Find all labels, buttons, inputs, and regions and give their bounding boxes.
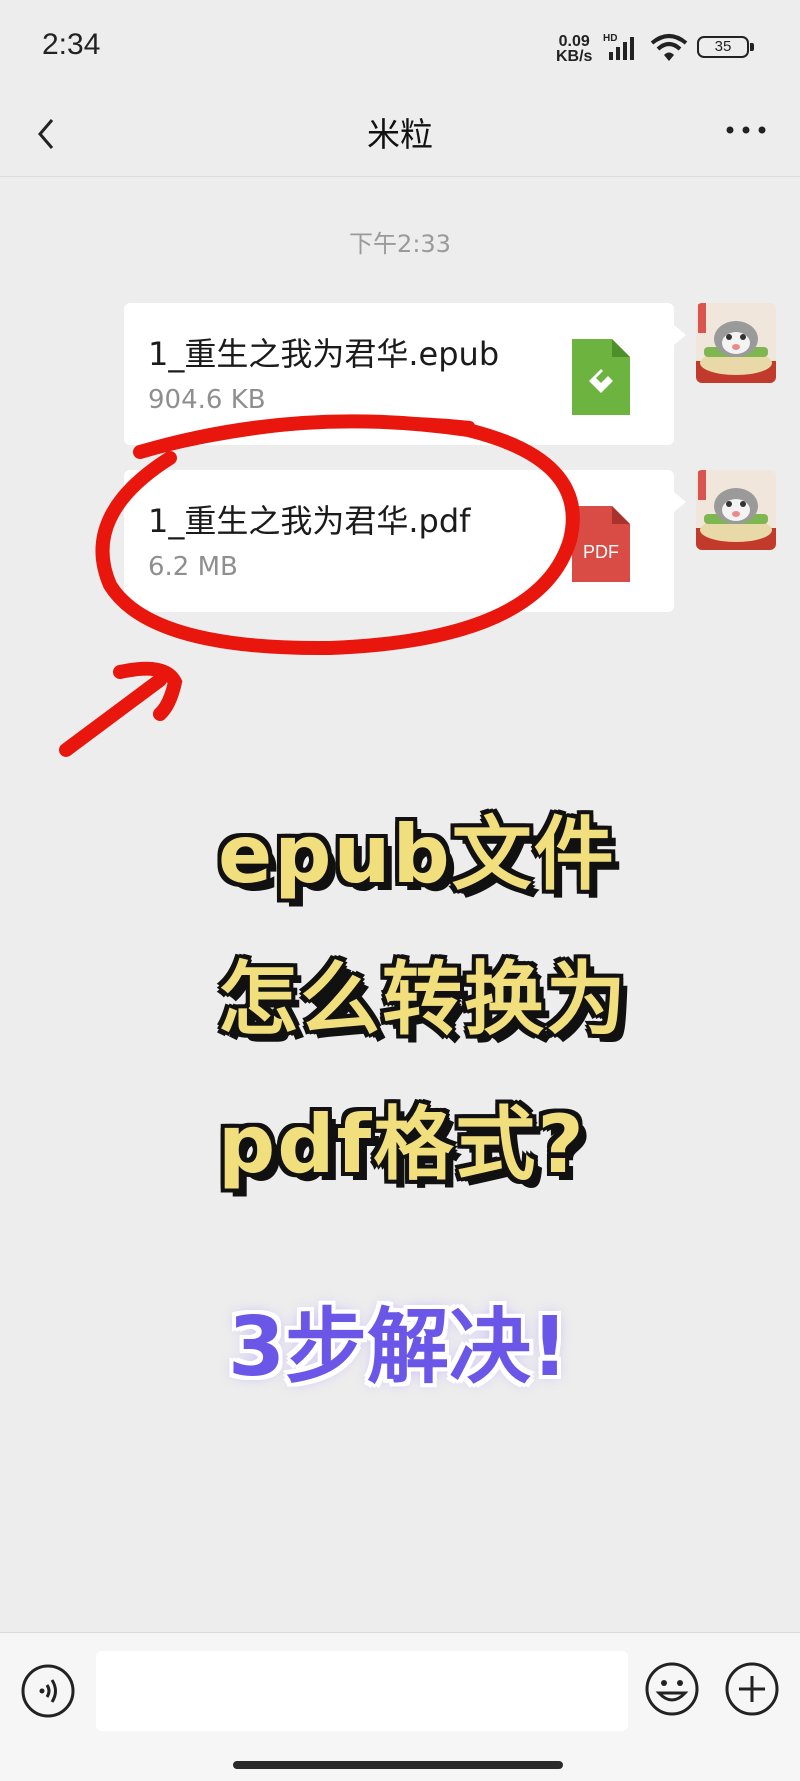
message-timestamp: 下午2:33 — [349, 230, 451, 258]
file-size: 904.6 KB — [148, 385, 266, 415]
file-message[interactable]: 1_重生之我为君华.pdf 6.2 MB PDF — [124, 470, 686, 612]
avatar[interactable] — [696, 303, 776, 383]
chat-header: 米粒 — [0, 90, 800, 177]
overlay-line-1: epub文件 — [218, 808, 616, 901]
wifi-icon — [650, 34, 688, 61]
battery-indicator: 35 — [697, 36, 754, 58]
file-name: 1_重生之我为君华.epub — [148, 335, 500, 373]
file-name: 1_重生之我为君华.pdf — [148, 502, 471, 540]
voice-icon[interactable] — [20, 1663, 76, 1719]
more-dots-icon[interactable] — [724, 120, 768, 140]
overlay-line-4: 3步解决! — [228, 1300, 569, 1395]
epub-file-icon — [572, 339, 630, 415]
signal-icon — [609, 37, 634, 60]
cat-avatar-image — [696, 470, 776, 550]
input-bar — [0, 1632, 800, 1781]
pdf-icon-label: PDF — [583, 542, 619, 562]
status-bar: 2:34 0.09 KB/s HD 35 — [0, 0, 800, 90]
overlay-line-3: pdf格式? — [218, 1098, 586, 1191]
file-message[interactable]: 1_重生之我为君华.epub 904.6 KB — [124, 303, 686, 445]
overlay-line-2: 怎么转换为 — [218, 953, 628, 1046]
network-speed-unit: KB/s — [556, 48, 593, 65]
message-input[interactable] — [96, 1651, 628, 1731]
red-arrow-mark — [59, 661, 183, 757]
status-time: 2:34 — [42, 28, 101, 61]
file-size: 6.2 MB — [148, 552, 238, 582]
emoji-icon[interactable] — [644, 1661, 700, 1717]
avatar[interactable] — [696, 470, 776, 550]
chat-title: 米粒 — [367, 115, 433, 154]
network-speed-value: 0.09 — [558, 33, 590, 50]
network-speed: 0.09 KB/s — [556, 33, 593, 65]
plus-icon[interactable] — [724, 1661, 780, 1717]
cat-avatar-image — [696, 303, 776, 383]
pdf-file-icon: PDF — [572, 506, 630, 582]
home-indicator[interactable] — [233, 1761, 563, 1769]
